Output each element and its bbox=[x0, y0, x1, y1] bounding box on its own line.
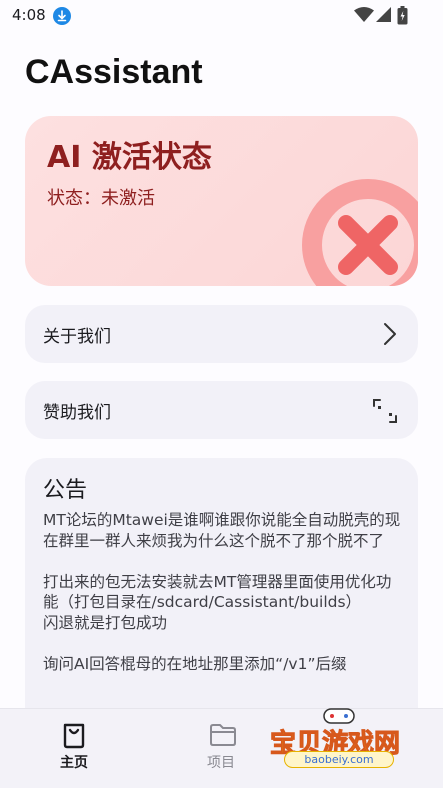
activation-title: AI 激活状态 bbox=[47, 140, 212, 175]
tab-home[interactable]: 主页 bbox=[14, 709, 134, 788]
tab-home-label: 主页 bbox=[60, 755, 88, 771]
notice-body: MT论坛的Mtawei是谁啊谁跟你说能全自动脱壳的现在群里一群人来烦我为什么这个… bbox=[43, 511, 401, 673]
status-bar: 4:08 bbox=[0, 0, 443, 32]
scan-icon bbox=[372, 398, 398, 428]
download-icon bbox=[53, 7, 71, 25]
close-circle-icon bbox=[301, 178, 418, 286]
status-time: 4:08 bbox=[12, 6, 46, 24]
app-title: CAssistant bbox=[25, 53, 203, 91]
chevron-right-icon bbox=[382, 322, 398, 350]
home-bag-icon bbox=[62, 723, 86, 753]
signal-icon bbox=[375, 7, 392, 27]
notice-title: 公告 bbox=[43, 478, 88, 503]
about-us-button[interactable]: 关于我们 bbox=[25, 305, 418, 363]
watermark-url: baobeiy.com bbox=[284, 751, 394, 768]
battery-icon bbox=[397, 6, 408, 29]
watermark: 宝贝游戏网 baobeiy.com bbox=[262, 703, 412, 783]
sponsor-us-button[interactable]: 赞助我们 bbox=[25, 381, 418, 439]
sponsor-us-label: 赞助我们 bbox=[43, 403, 111, 423]
folder-icon bbox=[209, 723, 237, 751]
activation-status-text: 状态：未激活 bbox=[47, 188, 155, 209]
wifi-icon bbox=[354, 7, 374, 27]
activation-status-card: AI 激活状态 状态：未激活 bbox=[25, 116, 418, 286]
about-us-label: 关于我们 bbox=[43, 327, 111, 347]
